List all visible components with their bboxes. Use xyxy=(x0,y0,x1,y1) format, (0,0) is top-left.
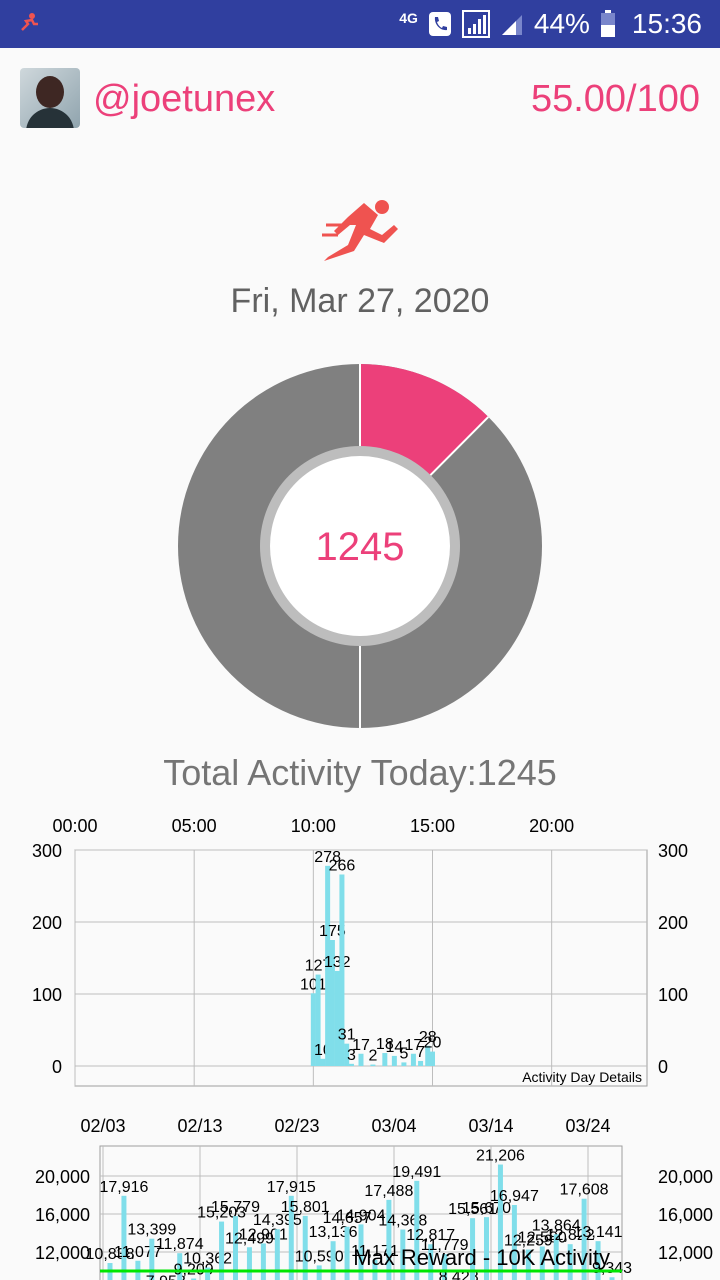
bar-value-label: 266 xyxy=(329,857,356,874)
y-tick-right: 16,000 xyxy=(658,1205,713,1225)
y-tick-left: 16,000 xyxy=(35,1205,90,1225)
x-tick-label: 05:00 xyxy=(172,816,217,836)
bar xyxy=(401,1062,407,1066)
username[interactable]: @joetunex xyxy=(93,78,275,121)
profile-header: @joetunex 55.00/100 xyxy=(0,60,720,140)
current-date: Fri, Mar 27, 2020 xyxy=(230,282,490,320)
limit-line-label: Max Reward - 10K Activity xyxy=(353,1245,610,1270)
bar xyxy=(205,1267,211,1280)
y-tick-right: 200 xyxy=(658,913,688,933)
y-tick-left: 300 xyxy=(32,841,62,861)
x-tick-label: 03/04 xyxy=(371,1116,416,1136)
y-tick-right: 12,000 xyxy=(658,1243,713,1263)
bar-value-label: 11,077 xyxy=(114,1244,162,1261)
bar-value-label: 20 xyxy=(424,1035,442,1052)
bar-value-label: 101 xyxy=(300,976,327,993)
bar-value-label: 17,915 xyxy=(267,1179,316,1196)
x-tick-label: 20:00 xyxy=(529,816,574,836)
donut-center-value: 1245 xyxy=(315,525,405,569)
x-tick-label: 00:00 xyxy=(52,816,97,836)
network-type: 4G xyxy=(399,10,418,26)
bar-value-label: 17,488 xyxy=(364,1183,413,1200)
clock: 15:36 xyxy=(631,8,702,39)
battery-percent: 44% xyxy=(533,8,590,39)
y-tick-right: 300 xyxy=(658,841,688,861)
bar xyxy=(370,1064,376,1066)
avatar[interactable] xyxy=(20,68,80,128)
bar xyxy=(358,1053,364,1066)
bar-value-label: 17,608 xyxy=(560,1182,609,1199)
y-tick-right: 20,000 xyxy=(658,1167,713,1187)
y-tick-left: 0 xyxy=(52,1057,62,1077)
x-tick-label: 02/13 xyxy=(177,1116,222,1136)
bar-value-label: 21,206 xyxy=(476,1148,525,1165)
y-tick-left: 20,000 xyxy=(35,1167,90,1187)
bar-value-label: 13,141 xyxy=(574,1224,623,1241)
bar-value-label: 17,916 xyxy=(99,1179,148,1196)
bar xyxy=(418,1060,424,1066)
bar-value-label: 17 xyxy=(352,1037,370,1054)
bar-value-label: 19,491 xyxy=(392,1164,441,1181)
app-notification-icon xyxy=(21,13,38,31)
y-tick-right: 100 xyxy=(658,985,688,1005)
x-tick-label: 15:00 xyxy=(410,816,455,836)
bar xyxy=(334,970,340,1066)
bar-value-label: 16,947 xyxy=(490,1188,539,1205)
x-tick-label: 10:00 xyxy=(291,816,336,836)
x-tick-label: 03/14 xyxy=(468,1116,513,1136)
bar xyxy=(246,1247,252,1280)
signal-strength-icon xyxy=(501,15,522,35)
x-tick-label: 02/23 xyxy=(274,1116,319,1136)
bar-value-label: 10,362 xyxy=(183,1251,232,1268)
score: 55.00/100 xyxy=(530,78,700,120)
bar xyxy=(391,1055,397,1066)
day-activity-chart: 0 0 100 100 200 200 300 300 00:00 05:00 10:00 15:00… xyxy=(32,816,688,1087)
call-icon xyxy=(428,12,451,36)
total-activity-label: Total Activity Today:1245 xyxy=(163,752,557,793)
bar xyxy=(320,1058,326,1066)
status-bar: 4G 44% 15:36 xyxy=(0,0,720,48)
battery-icon xyxy=(600,10,615,37)
y-tick-left: 100 xyxy=(32,985,62,1005)
bar xyxy=(316,1265,322,1280)
bar xyxy=(330,1241,336,1280)
y-tick-right: 0 xyxy=(658,1057,668,1077)
chart-description: Activity Day Details xyxy=(522,1069,642,1085)
runner-icon xyxy=(322,200,398,261)
bar xyxy=(348,1063,354,1066)
bar xyxy=(260,1243,266,1280)
bar xyxy=(430,1051,435,1066)
bar-value-label: 10,590 xyxy=(295,1248,344,1265)
x-tick-label: 02/03 xyxy=(80,1116,125,1136)
bar-value-label: 132 xyxy=(324,954,351,971)
x-tick-label: 03/24 xyxy=(565,1116,610,1136)
bar xyxy=(121,1195,127,1280)
y-tick-left: 12,000 xyxy=(35,1243,90,1263)
y-tick-left: 200 xyxy=(32,913,62,933)
monthly-activity-chart: 02/03 02/13 02/23 03/04 03/14 03/24 20,000 20,0… xyxy=(35,1116,713,1280)
signal-icon xyxy=(461,10,490,38)
